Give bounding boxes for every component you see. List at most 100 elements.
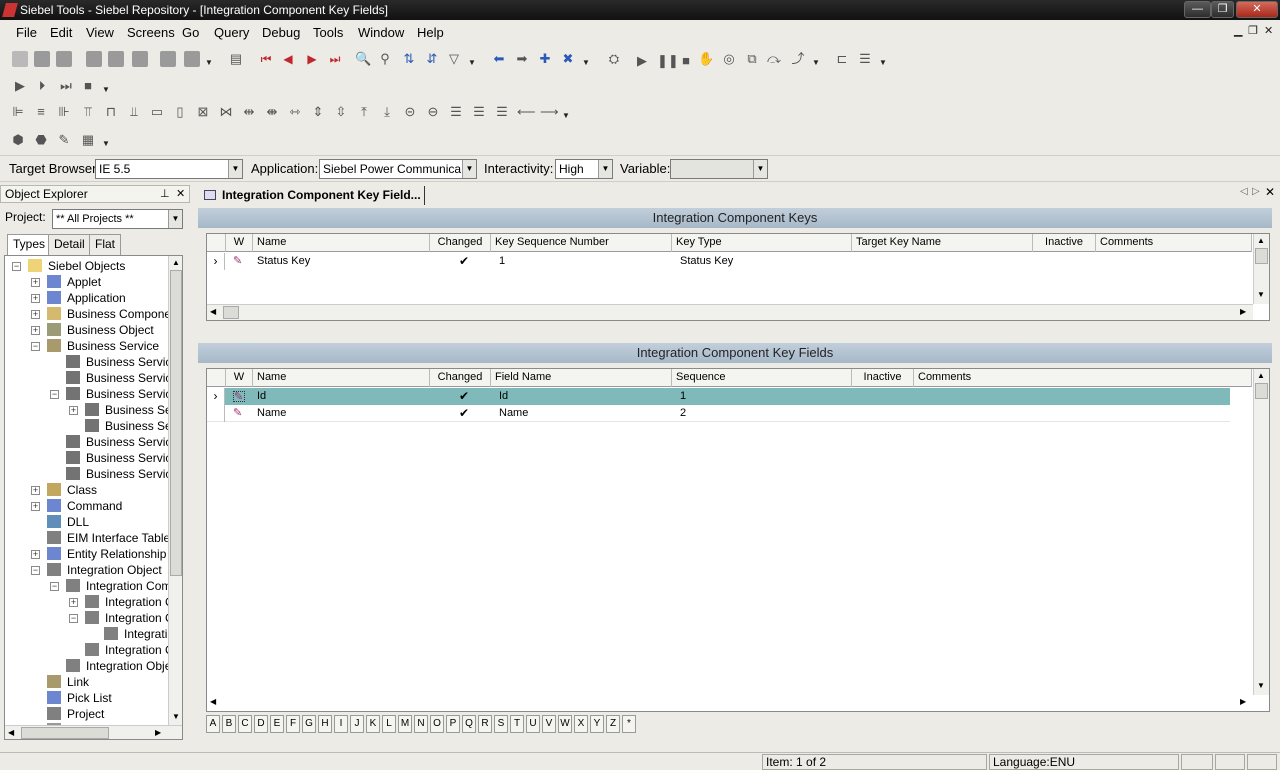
chevron-down-icon[interactable]: ▼ — [598, 160, 612, 178]
pause-icon[interactable]: ❚❚ — [657, 53, 679, 69]
cell-sequence[interactable]: 2 — [676, 405, 686, 422]
alphabet-button[interactable]: J — [350, 715, 364, 733]
row-selector-icon[interactable]: › — [207, 253, 225, 270]
expand-icon[interactable]: + — [31, 278, 40, 287]
preview-icon[interactable]: ▦ — [80, 132, 96, 148]
align-top-icon[interactable]: ⫪ — [80, 104, 96, 120]
chevron-down-icon[interactable]: ▼ — [582, 58, 590, 67]
collapse-icon[interactable]: − — [50, 582, 59, 591]
paste-icon[interactable] — [132, 51, 148, 67]
run-icon[interactable]: ▶ — [634, 53, 650, 69]
cell-name[interactable]: Status Key — [253, 253, 310, 270]
alphabet-button[interactable]: D — [254, 715, 268, 733]
collapse-icon[interactable]: − — [50, 390, 59, 399]
alphabet-button[interactable]: L — [382, 715, 396, 733]
vspace-increase-icon[interactable]: ⇳ — [333, 104, 349, 120]
variable-select[interactable]: ▼ — [670, 159, 768, 179]
column-w[interactable]: W — [226, 234, 253, 252]
cell-changed[interactable]: ✔ — [455, 253, 469, 270]
cell-key-sequence[interactable]: 1 — [495, 253, 505, 270]
menu-screens[interactable]: Screens — [127, 25, 175, 40]
application-select[interactable]: Siebel Power Communica ▼ — [319, 159, 477, 179]
scroll-up-icon[interactable]: ▲ — [1257, 236, 1265, 245]
forward-icon[interactable]: ➡ — [514, 51, 530, 67]
vspace-remove-icon[interactable]: ⤓ — [379, 104, 395, 120]
expand-icon[interactable]: + — [31, 502, 40, 511]
arrow-right-icon[interactable]: ⟶ — [540, 104, 559, 120]
alphabet-button[interactable]: C — [238, 715, 252, 733]
scroll-right-icon[interactable]: ▶ — [1240, 307, 1246, 316]
table-row[interactable]: › ✎ Id ✔ Id 1 — [207, 388, 1230, 405]
expand-icon[interactable]: + — [69, 598, 78, 607]
restore-button[interactable]: ❐ — [1211, 1, 1234, 18]
alphabet-button[interactable]: M — [398, 715, 412, 733]
target-browser-select[interactable]: IE 5.5 ▼ — [95, 159, 243, 179]
align-right-icon[interactable]: ⊪ — [56, 104, 72, 120]
close-icon[interactable]: ✕ — [176, 186, 185, 202]
collapse-icon[interactable]: − — [69, 614, 78, 623]
alphabet-button[interactable]: W — [558, 715, 572, 733]
alphabet-button[interactable]: * — [622, 715, 636, 733]
edit-layout-icon[interactable]: ✎ — [56, 132, 72, 148]
alphabet-button[interactable]: O — [430, 715, 444, 733]
project-select[interactable]: ** All Projects ** ▼ — [52, 209, 183, 229]
undo-icon[interactable] — [184, 51, 200, 67]
watch-icon[interactable]: ◎ — [721, 51, 737, 67]
align-middle-icon[interactable]: ⊓ — [103, 104, 119, 120]
list-left-icon[interactable]: ☰ — [448, 104, 464, 120]
keys-horizontal-scrollbar[interactable]: ◀ ▶ — [207, 304, 1253, 320]
chevron-down-icon[interactable]: ▼ — [468, 58, 476, 67]
cell-sequence[interactable]: 1 — [676, 388, 686, 405]
menu-tools[interactable]: Tools — [313, 25, 343, 40]
keys-vertical-scrollbar[interactable]: ▲ ▼ — [1253, 234, 1269, 304]
scroll-thumb[interactable] — [1255, 248, 1268, 264]
alphabet-button[interactable]: E — [270, 715, 284, 733]
menu-file[interactable]: File — [16, 25, 37, 40]
cell-field-name[interactable]: Name — [495, 405, 528, 422]
chevron-down-icon[interactable]: ▼ — [562, 111, 570, 120]
alphabet-button[interactable]: K — [366, 715, 380, 733]
scroll-thumb[interactable] — [223, 306, 239, 319]
step-icon[interactable]: ⏵ — [34, 78, 50, 94]
column-field-name[interactable]: Field Name — [491, 369, 672, 387]
menu-window[interactable]: Window — [358, 25, 404, 40]
close-document-icon[interactable]: ✕ — [1265, 185, 1275, 199]
previous-record-icon[interactable]: ◀ — [280, 51, 296, 67]
alphabet-button[interactable]: Y — [590, 715, 604, 733]
new-icon[interactable] — [12, 51, 28, 67]
web-applet-icon[interactable]: ⬣ — [33, 132, 49, 148]
breakpoint-icon[interactable]: ⊏ — [834, 51, 850, 67]
next-record-icon[interactable]: ▶ — [304, 51, 320, 67]
chevron-down-icon[interactable]: ▼ — [462, 160, 476, 178]
tree-vertical-scrollbar[interactable]: ▲ ▼ — [168, 256, 182, 726]
table-row[interactable]: ✎ Name ✔ Name 2 — [207, 405, 1230, 422]
tab-detail[interactable]: Detail — [48, 234, 91, 255]
delete-icon[interactable] — [160, 51, 176, 67]
compile-icon[interactable]: ⛭ — [606, 51, 622, 67]
save-icon[interactable] — [34, 51, 50, 67]
step-over-icon[interactable]: ⤼ — [766, 51, 782, 67]
chevron-down-icon[interactable]: ▼ — [205, 58, 213, 67]
fields-vertical-scrollbar[interactable]: ▲ ▼ — [1253, 369, 1269, 695]
search-icon[interactable]: 🔍 — [355, 51, 371, 67]
alphabet-button[interactable]: F — [286, 715, 300, 733]
mdi-close-icon[interactable]: ✕ — [1264, 24, 1273, 37]
expand-icon[interactable]: + — [31, 550, 40, 559]
scroll-left-icon[interactable]: ◀ — [210, 697, 216, 706]
row-selector-icon[interactable]: › — [207, 388, 225, 405]
step-into-icon[interactable]: ⧉ — [744, 51, 760, 67]
table-row[interactable]: › ✎ Status Key ✔ 1 Status Key — [207, 253, 1252, 270]
scroll-left-icon[interactable]: ◀ — [8, 728, 14, 737]
close-button[interactable]: ✕ — [1236, 1, 1278, 18]
mdi-restore-icon[interactable]: ❐ — [1248, 24, 1258, 37]
filter-icon[interactable]: ▽ — [446, 51, 462, 67]
scroll-thumb[interactable] — [1255, 383, 1268, 399]
alphabet-button[interactable]: S — [494, 715, 508, 733]
cell-changed[interactable]: ✔ — [455, 388, 469, 405]
scroll-right-icon[interactable]: ▷ — [1252, 186, 1260, 197]
column-target-key-name[interactable]: Target Key Name — [852, 234, 1033, 252]
space-across-icon[interactable]: ⋈ — [218, 104, 234, 120]
start-debug-icon[interactable]: ▶ — [12, 78, 28, 94]
menu-query[interactable]: Query — [214, 25, 249, 40]
vspace-decrease-icon[interactable]: ⤒ — [356, 104, 372, 120]
